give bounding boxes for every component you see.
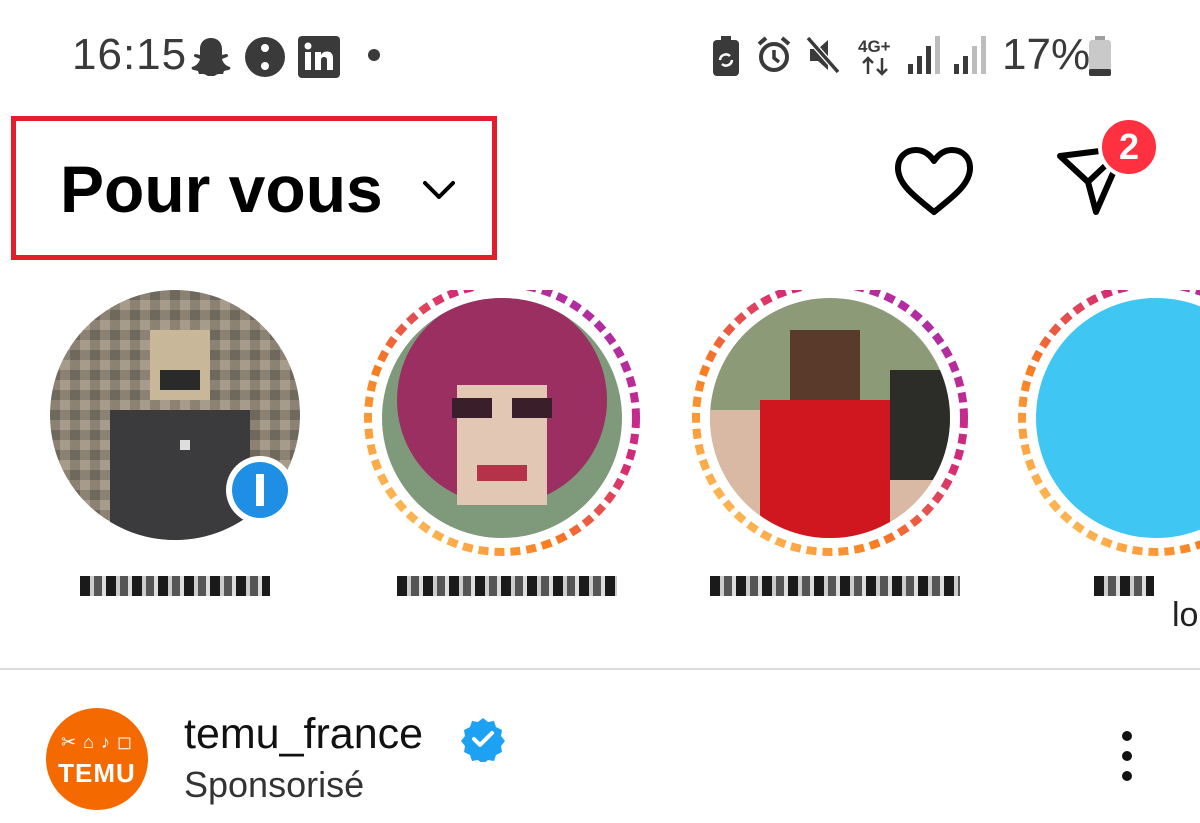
battery-percent: 17% <box>1002 30 1091 79</box>
story-avatar <box>364 290 640 556</box>
signal-icon <box>908 36 940 74</box>
story-item[interactable] <box>690 290 980 650</box>
status-bar: 16:15 4G+ 17% <box>0 0 1200 110</box>
verified-badge-icon <box>461 718 505 762</box>
mute-icon <box>806 36 840 74</box>
dots-app-icon <box>245 37 285 77</box>
temu-logo-glyphs: ✂ ⌂ ♪ ◻ <box>61 732 133 752</box>
notification-dot <box>368 49 380 61</box>
chevron-down-icon <box>423 181 455 199</box>
battery-icon <box>1089 36 1111 76</box>
post-avatar[interactable]: ✂ ⌂ ♪ ◻ TEMU <box>46 708 148 810</box>
story-item[interactable] <box>30 290 320 650</box>
story-item[interactable] <box>362 290 652 650</box>
story-label <box>30 568 320 600</box>
signal-icon-2 <box>954 36 986 74</box>
story-avatar <box>692 290 968 556</box>
story-avatar <box>50 290 300 540</box>
divider <box>0 668 1200 670</box>
story-label-peek: lo <box>1172 596 1199 634</box>
message-count-badge: 2 <box>1098 116 1160 178</box>
svg-text:4G+: 4G+ <box>858 37 891 56</box>
network-4g-icon: 4G+ <box>858 37 891 76</box>
temu-logo-text: TEMU <box>58 758 136 788</box>
status-time: 16:15 <box>72 30 188 79</box>
story-avatar <box>1018 290 1200 556</box>
linkedin-icon <box>298 36 340 78</box>
page-title[interactable]: Pour vous <box>60 151 383 227</box>
battery-saver-icon <box>713 36 739 76</box>
more-options-icon[interactable] <box>1110 730 1144 786</box>
snapchat-icon <box>191 38 231 76</box>
story-label <box>690 568 980 600</box>
post-sponsored-label: Sponsorisé <box>184 764 365 805</box>
story-label <box>362 568 652 600</box>
heart-icon[interactable] <box>894 146 974 218</box>
post-username[interactable]: temu_france <box>184 710 423 759</box>
feed-switcher[interactable]: Pour vous <box>11 116 497 260</box>
alarm-icon <box>757 36 791 72</box>
